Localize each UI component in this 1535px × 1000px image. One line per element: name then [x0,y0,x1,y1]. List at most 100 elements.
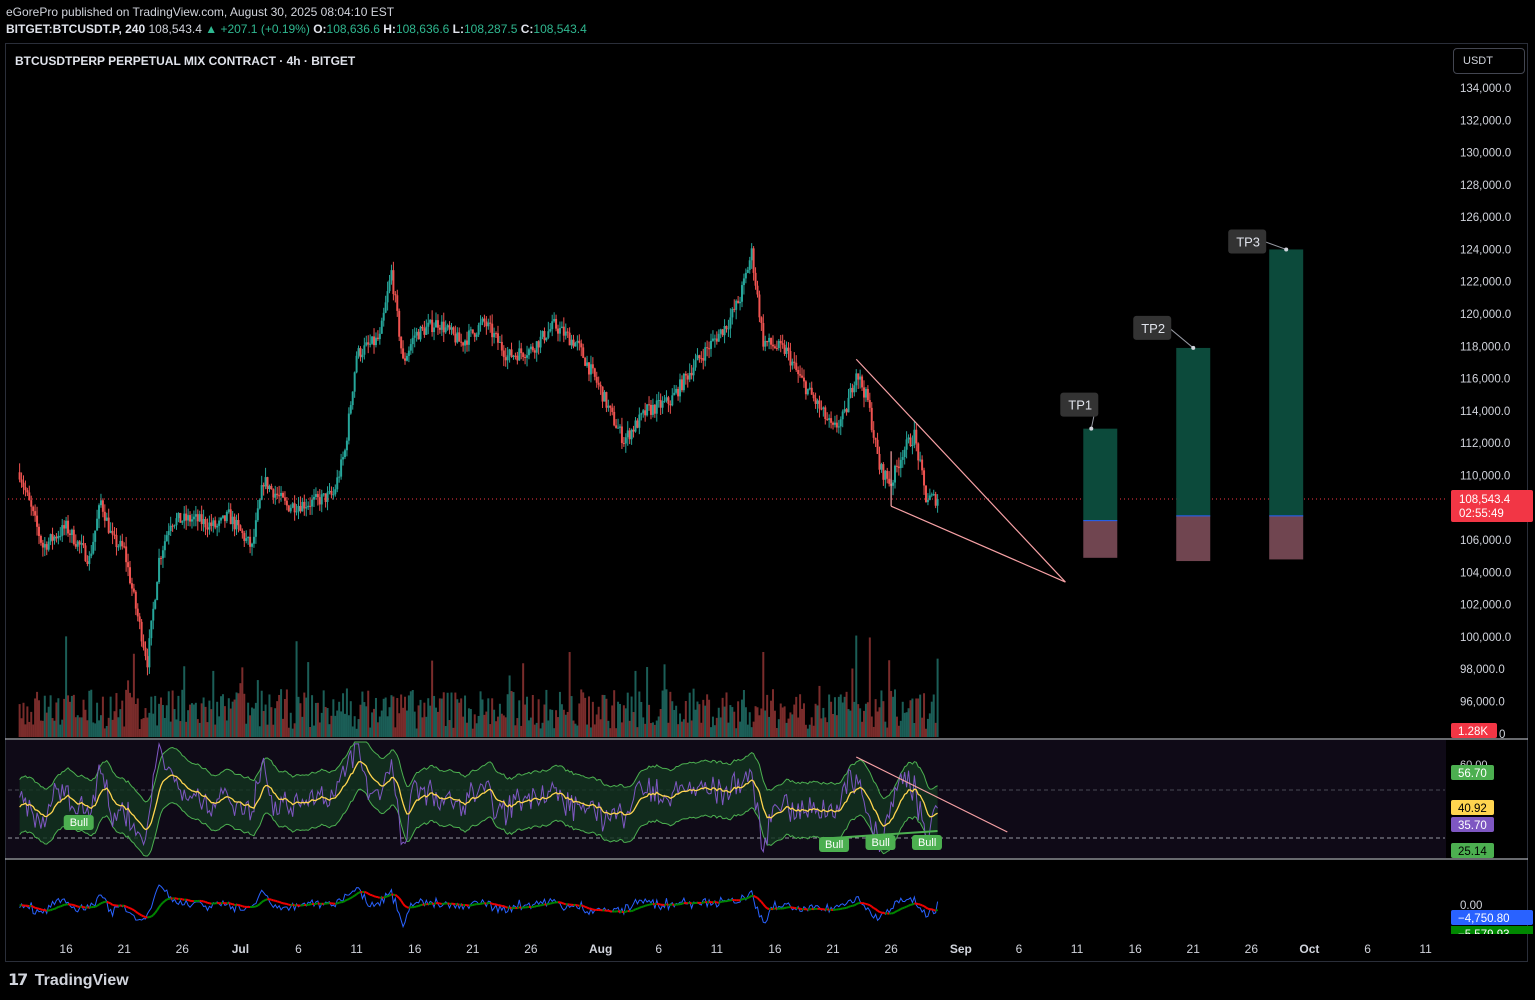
oscillator-signal-segment [689,901,692,905]
volume-bar [252,708,255,737]
volume-bar [818,685,821,737]
volume-bar [84,709,87,737]
volume-bar [402,707,405,737]
candle-body [342,457,345,460]
bull-label: Bull [918,837,936,849]
volume-bar [208,700,211,737]
volume-bar [646,667,649,737]
candle-body [161,550,164,559]
candle-body [739,301,742,304]
candle-body [43,544,46,548]
volume-bar [833,697,836,737]
candle-body [80,543,83,545]
volume-bar [336,710,339,737]
volume-bar [190,703,193,737]
volume-bar [400,694,403,737]
time-axis-label: 16 [408,942,422,956]
oscillator-signal-segment [404,905,408,909]
volume-bar [471,728,474,737]
oscillator-signal-segment [919,903,923,907]
oscillator-signal-segment [108,901,112,905]
oscillator-signal-segment [764,905,768,910]
candle-body [475,334,478,337]
candle-body [367,342,370,345]
volume-bar [841,702,844,737]
candle-body [392,270,395,295]
candle-body [183,513,186,522]
volume-bar [43,695,46,737]
candle-body [775,348,778,350]
candle-body [830,418,833,423]
candle-body [870,407,873,431]
oscillator-signal-segment [681,902,685,905]
volume-bar [28,721,31,737]
candle-body [355,355,358,373]
candle-body [669,403,672,406]
candle-body [853,385,856,393]
candle-body [371,336,374,344]
volume-bar [522,663,525,737]
candle-body [841,411,844,420]
volume-bar [343,713,346,737]
volume-bar [816,705,819,737]
volume-bar [467,708,470,737]
candle-body [47,541,50,550]
oscillator-signal-segment [480,902,483,905]
candle-body [514,355,517,357]
volume-bar [338,701,341,737]
volume-bar [305,697,308,737]
volume-bar [516,718,519,737]
volume-bar [657,716,660,737]
candle-body [49,534,52,542]
time-axis-label: 16 [768,942,782,956]
volume-bar [880,690,883,737]
volume-bar [541,722,544,737]
oscillator-signal-segment [863,902,867,905]
volume-bar [845,691,848,737]
candle-body [566,331,569,333]
time-axis-label: 26 [176,942,190,956]
volume-bar [601,694,604,737]
volume-bar [274,708,277,737]
volume-bar [411,690,414,737]
candle-body [663,400,666,402]
target-label: TP1 [1068,398,1092,413]
oscillator-signal-segment [358,891,361,894]
candle-body [442,321,445,333]
candle-body [99,500,102,506]
volume-bar [63,698,66,737]
oscillator-signal-segment [387,894,390,898]
oscillator-signal-segment [758,899,763,903]
candle-body [177,512,180,519]
oscillator-signal-segment [871,905,875,909]
candle-body [694,360,697,368]
candle-body [373,336,376,346]
volume-bar [725,692,728,737]
oscillator-value-label: −4,750.80 [1458,913,1509,925]
volume-bar [719,717,722,737]
volume-bar [380,710,383,737]
chart-canvas[interactable]: TP1 TP2 TP3 134,000.0 132,000.0 130,000.0 128,… [0,0,1535,1000]
oscillator-signal-segment [274,899,278,903]
volume-bar [307,662,310,737]
target-callout-line [1264,240,1287,250]
volume-bar [932,694,935,737]
currency-button[interactable]: USDT [1453,48,1525,74]
oscillator-signal-segment [259,901,263,905]
wedge-lower-line [890,505,1066,583]
candle-body [791,361,794,366]
candle-body [324,493,327,502]
candle-body [82,543,85,546]
candle-body [485,321,488,327]
volume-bar [746,724,749,737]
volume-bar [773,710,776,737]
target-profit-box [1269,249,1304,516]
candle-body [94,530,97,542]
volume-bar [86,720,89,737]
candle-body [30,500,33,507]
candle-body [750,248,753,261]
tradingview-logo[interactable]: 𝟭𝟳 TradingView [8,970,129,990]
volume-bar [876,711,879,737]
candle-body [928,495,931,500]
volume-bar [130,697,133,737]
